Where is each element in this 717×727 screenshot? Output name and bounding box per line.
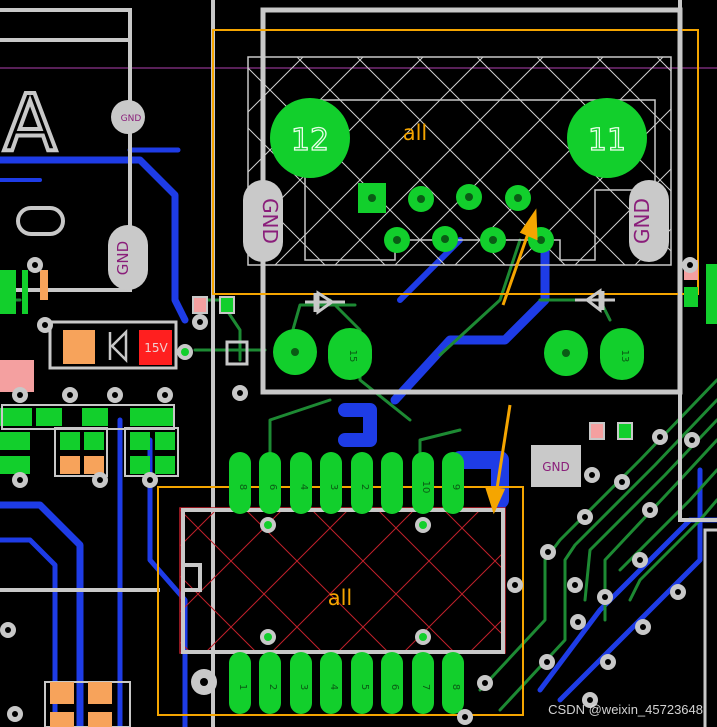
pin-bottom-6: 6	[389, 684, 400, 690]
connector-bottom-label: all	[328, 586, 353, 610]
silk-letter-a: A	[3, 79, 56, 169]
gnd-pad-small: GND	[111, 100, 145, 134]
pin-bottom-5: 5	[359, 684, 370, 690]
pin-bottom-8: 8	[450, 684, 461, 690]
mount-hole-right-label: 11	[588, 123, 626, 158]
gnd-pad-tall-left: GND	[108, 225, 148, 290]
pin-top-2: 6	[267, 484, 278, 490]
gnd-right-middle-label: GND	[542, 460, 570, 474]
pin-top-4: 3	[328, 484, 339, 490]
pin-bottom-7: 7	[420, 684, 431, 690]
pin-top-8: 9	[450, 484, 461, 490]
gnd-small-label: GND	[121, 114, 142, 124]
pad-label-13: 13	[619, 350, 630, 363]
connector-top-label: all	[403, 121, 428, 145]
pcb-canvas: A GND GND all 12 11 GND GND 15 13 15V GN…	[0, 0, 717, 727]
gnd-connector-left-label: GND	[258, 198, 282, 244]
gnd-tall-label: GND	[114, 241, 132, 275]
pin-top-3: 4	[298, 484, 309, 490]
gnd-pad-right-middle: GND	[531, 445, 581, 487]
pin-bottom-3: 3	[298, 684, 309, 690]
gnd-connector-right-label: GND	[630, 198, 654, 244]
voltage-label: 15V	[144, 341, 168, 355]
pin-top-7: 10	[420, 481, 431, 494]
pad-label-15: 15	[347, 350, 358, 363]
watermark: CSDN @weixin_45723648	[548, 702, 703, 717]
pin-bottom-2: 2	[267, 684, 278, 690]
pin-bottom-1: 1	[237, 684, 248, 690]
pcb-layout-view: A GND GND all 12 11 GND GND 15 13 15V GN…	[0, 0, 717, 727]
pin-top-1: 8	[237, 484, 248, 490]
pin-bottom-4: 4	[328, 684, 339, 690]
mount-hole-left-label: 12	[291, 123, 329, 158]
pin-top-5: 2	[359, 484, 370, 490]
